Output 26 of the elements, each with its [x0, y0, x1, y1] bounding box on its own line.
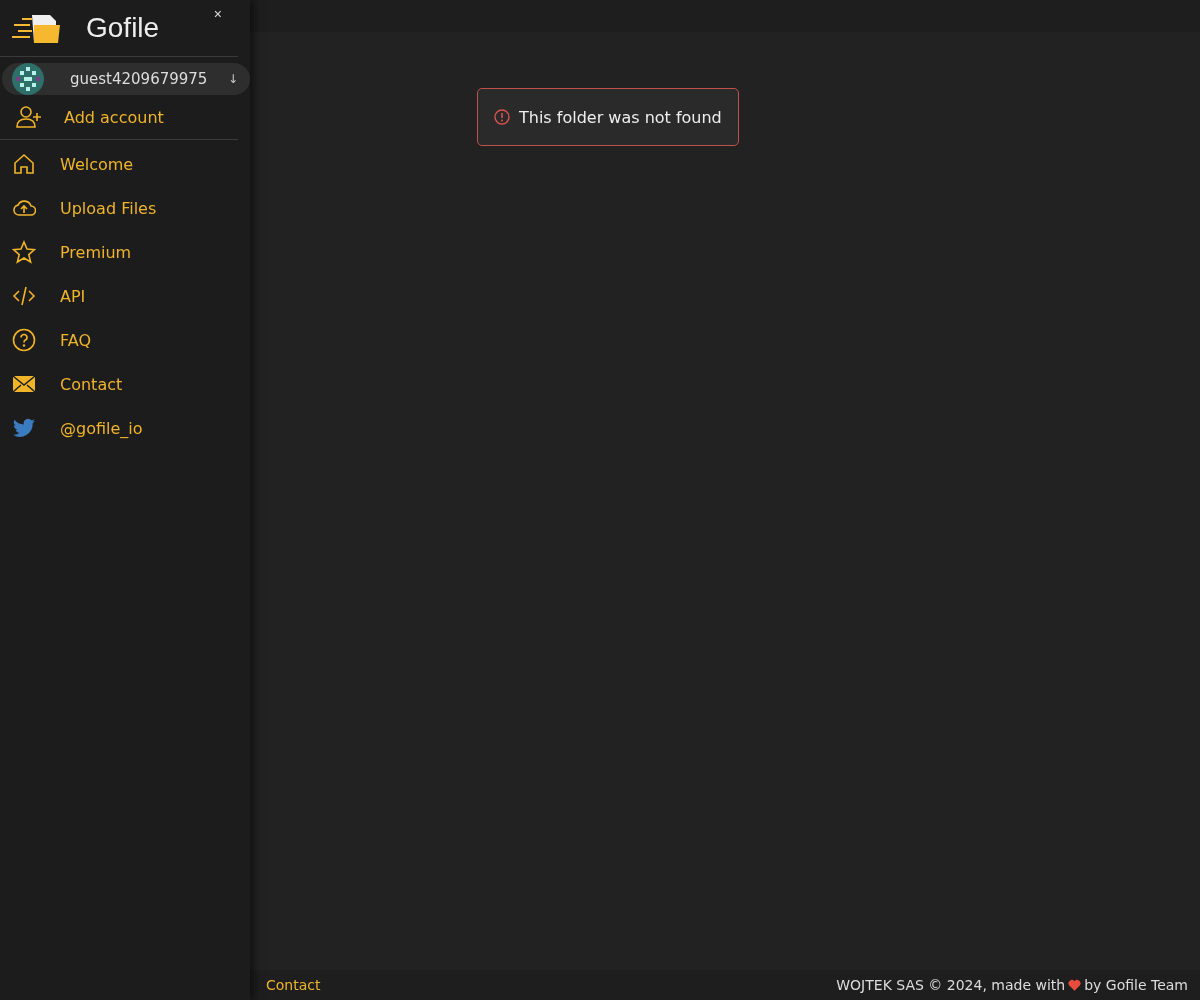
warning-icon: [494, 109, 510, 125]
close-button[interactable]: ×: [209, 6, 226, 22]
code-icon: [12, 284, 36, 308]
nav-item[interactable]: API: [0, 274, 250, 318]
alert-message: This folder was not found: [519, 107, 722, 127]
add-user-icon: [16, 106, 42, 128]
caret-icon: ↓: [227, 72, 238, 86]
account-name: guest4209679975: [70, 70, 209, 88]
contact-link[interactable]: Contact: [266, 977, 321, 993]
nav-item[interactable]: Upload Files: [0, 186, 250, 230]
brand-name: Gofile: [86, 12, 161, 44]
nav-item[interactable]: @gofile_io: [0, 406, 250, 450]
nav-item[interactable]: FAQ: [0, 318, 250, 362]
account-switcher[interactable]: guest4209679975 ↓: [2, 63, 250, 95]
nav-item[interactable]: Contact: [0, 362, 250, 406]
heart-icon: [1068, 979, 1082, 991]
star-icon: [12, 240, 36, 264]
credit-text: by Gofile Team: [1084, 977, 1188, 993]
help-icon: [12, 328, 36, 352]
home-icon: [12, 152, 36, 176]
add-account-link[interactable]: Add account: [0, 95, 238, 140]
avatar-icon: [12, 63, 44, 95]
bird-icon: [12, 416, 36, 440]
nav-item[interactable]: Premium: [0, 230, 250, 274]
nav-item[interactable]: Welcome: [0, 142, 250, 186]
credit-text: WOJTEK SAS © 2024, made with: [836, 977, 1066, 993]
